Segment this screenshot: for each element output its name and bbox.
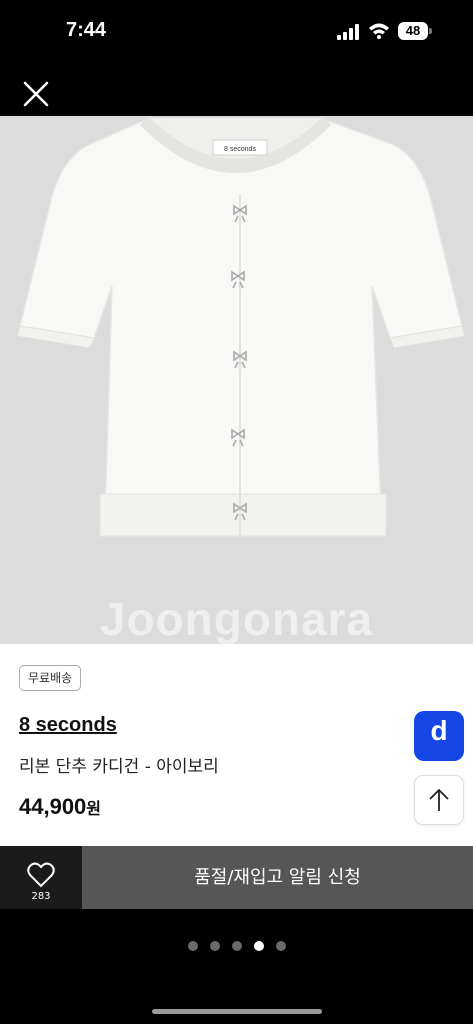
battery-icon: 48 <box>398 22 432 40</box>
status-bar: 7:44 48 <box>0 0 473 62</box>
status-time: 7:44 <box>66 19 107 41</box>
watermark: Joongonara <box>99 593 374 644</box>
battery-level: 48 <box>398 22 428 40</box>
d-app-button[interactable]: d <box>414 711 464 761</box>
scroll-top-button[interactable] <box>414 775 464 825</box>
top-bar <box>0 62 473 116</box>
cardigan-illustration: 8 seconds <box>16 116 466 537</box>
page-indicator <box>0 936 473 951</box>
neck-label: 8 seconds <box>224 146 256 153</box>
like-button[interactable]: 283 <box>0 846 82 909</box>
product-info-card: 무료배송 8 seconds 리본 단추 카디건 - 아이보리 44,900원 … <box>0 644 473 846</box>
home-indicator[interactable] <box>152 1009 322 1014</box>
price-value: 44,900 <box>19 794 87 819</box>
product-price: 44,900원 <box>19 794 101 820</box>
price-unit: 원 <box>86 799 102 818</box>
wifi-icon <box>369 23 389 39</box>
product-image[interactable]: 8 seconds Joongonara <box>0 116 473 644</box>
product-name: 리본 단추 카디건 - 아이보리 <box>19 757 219 777</box>
page-dot[interactable] <box>231 941 242 951</box>
page-dot[interactable] <box>209 941 220 951</box>
page-dot[interactable] <box>187 941 198 951</box>
d-logo-icon: d <box>430 715 448 746</box>
bottom-action-bar: 283 품절/재입고 알림 신청 <box>0 846 473 909</box>
signal-icon <box>337 24 359 40</box>
heart-icon <box>27 862 55 888</box>
free-shipping-badge: 무료배송 <box>19 665 82 691</box>
close-icon[interactable] <box>22 80 50 108</box>
brand-link[interactable]: 8 seconds <box>19 714 117 737</box>
arrow-up-icon <box>429 788 449 811</box>
page-dot[interactable] <box>253 941 264 951</box>
like-count: 283 <box>31 891 51 902</box>
page-dot[interactable] <box>275 941 286 951</box>
restock-alert-button[interactable]: 품절/재입고 알림 신청 <box>82 846 473 909</box>
